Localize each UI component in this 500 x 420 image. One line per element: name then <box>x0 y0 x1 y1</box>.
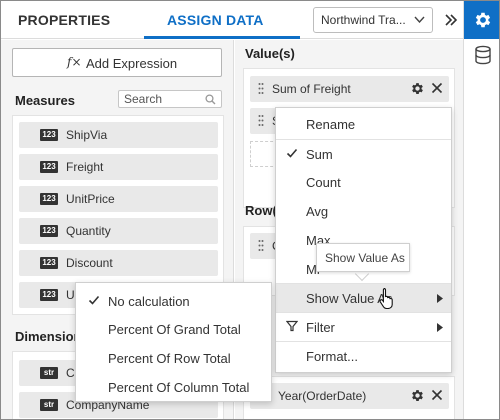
active-tab-indicator <box>144 36 300 39</box>
submenu-item-percent-column-total[interactable]: Percent Of Column Total <box>76 373 271 401</box>
string-type-badge: str <box>40 399 58 411</box>
menu-item-label: Filter <box>306 320 335 335</box>
number-type-badge: 123 <box>40 257 58 269</box>
field-context-menu: Rename Sum Count Avg Max Mi Show Value A… <box>275 107 452 373</box>
menu-item-count[interactable]: Count <box>276 168 451 196</box>
check-icon <box>286 148 298 158</box>
drag-handle-icon[interactable] <box>258 239 264 252</box>
submenu-item-label: Percent Of Column Total <box>108 380 250 395</box>
menu-item-filter[interactable]: Filter <box>276 313 451 341</box>
menu-item-rename[interactable]: Rename <box>276 110 451 138</box>
measure-label: UnitPrice <box>66 192 115 206</box>
database-icon[interactable] <box>474 45 492 65</box>
check-icon <box>88 295 100 305</box>
value-field[interactable]: Sum of Freight <box>250 76 449 102</box>
measures-title: Measures <box>15 93 75 108</box>
tab-assign-data[interactable]: ASSIGN DATA <box>167 1 264 39</box>
dimensions-title: Dimension <box>15 329 82 344</box>
search-box[interactable] <box>118 90 222 108</box>
menu-item-label: Count <box>306 175 341 190</box>
right-rail <box>463 1 499 419</box>
properties-dialog: PROPERTIES ASSIGN DATA Northwind Tra... … <box>0 0 500 420</box>
gear-icon[interactable] <box>410 388 425 403</box>
search-icon <box>205 94 216 105</box>
datasource-dropdown[interactable]: Northwind Tra... <box>313 7 433 33</box>
number-type-badge: 123 <box>40 225 58 237</box>
rail-settings-button[interactable] <box>464 1 499 39</box>
values-title: Value(s) <box>245 46 295 61</box>
measure-item[interactable]: 123 UnitPrice <box>19 186 218 212</box>
chevron-down-icon <box>414 16 425 23</box>
measure-label: Discount <box>66 256 113 270</box>
hand-cursor-icon <box>379 287 393 309</box>
columns-well[interactable]: Year(OrderDate) <box>243 376 455 419</box>
menu-item-sum[interactable]: Sum <box>276 140 451 168</box>
gear-icon[interactable] <box>410 81 425 96</box>
menu-item-label: Format... <box>306 349 359 364</box>
panel-header: PROPERTIES ASSIGN DATA Northwind Tra... <box>1 1 463 39</box>
number-type-badge: 123 <box>40 289 58 301</box>
measure-item[interactable]: 123 Discount <box>19 250 218 276</box>
gear-icon <box>475 12 491 28</box>
double-chevron-right-icon[interactable] <box>443 10 459 30</box>
add-expression-label: Add Expression <box>86 56 178 71</box>
string-type-badge: str <box>40 367 58 379</box>
measure-label: Quantity <box>66 224 111 238</box>
filter-icon <box>286 320 298 332</box>
caret-right-icon <box>437 323 443 332</box>
datasource-value: Northwind Tra... <box>321 13 406 27</box>
menu-item-show-value-as[interactable]: Show Value As <box>276 284 451 312</box>
search-input[interactable] <box>124 92 206 106</box>
submenu-item-percent-grand-total[interactable]: Percent Of Grand Total <box>76 315 271 343</box>
number-type-badge: 123 <box>40 129 58 141</box>
add-expression-button[interactable]: f× Add Expression <box>12 48 222 77</box>
drag-handle-icon[interactable] <box>258 82 264 95</box>
measure-item[interactable]: 123 ShipVia <box>19 122 218 148</box>
submenu-item-no-calculation[interactable]: No calculation <box>76 287 271 315</box>
submenu-item-label: Percent Of Row Total <box>108 351 231 366</box>
measure-item[interactable]: 123 Freight <box>19 154 218 180</box>
rows-title: Row( <box>245 203 277 218</box>
caret-right-icon <box>437 294 443 303</box>
number-type-badge: 123 <box>40 193 58 205</box>
menu-item-format[interactable]: Format... <box>276 342 451 370</box>
close-icon[interactable] <box>431 389 443 401</box>
function-icon: f× <box>67 55 82 69</box>
menu-item-label: Rename <box>306 117 356 132</box>
submenu-item-label: Percent Of Grand Total <box>108 322 241 337</box>
close-icon[interactable] <box>431 82 443 94</box>
tab-properties[interactable]: PROPERTIES <box>18 1 110 39</box>
number-type-badge: 123 <box>40 161 58 173</box>
value-field-label: Sum of Freight <box>272 82 351 96</box>
menu-item-avg[interactable]: Avg <box>276 197 451 225</box>
tooltip: Show Value As <box>316 243 410 272</box>
submenu-item-percent-row-total[interactable]: Percent Of Row Total <box>76 344 271 372</box>
menu-item-label: Sum <box>306 147 333 162</box>
column-field-label: Year(OrderDate) <box>278 389 367 403</box>
menu-item-label: Avg <box>306 204 329 219</box>
column-field[interactable]: Year(OrderDate) <box>250 383 449 409</box>
submenu-item-label: No calculation <box>108 294 190 309</box>
tooltip-text: Show Value As <box>325 251 405 265</box>
measure-label: Freight <box>66 160 104 174</box>
measure-item[interactable]: 123 Quantity <box>19 218 218 244</box>
measure-label: ShipVia <box>66 128 108 142</box>
show-value-as-submenu: No calculation Percent Of Grand Total Pe… <box>75 282 272 402</box>
drag-handle-icon[interactable] <box>258 114 264 127</box>
